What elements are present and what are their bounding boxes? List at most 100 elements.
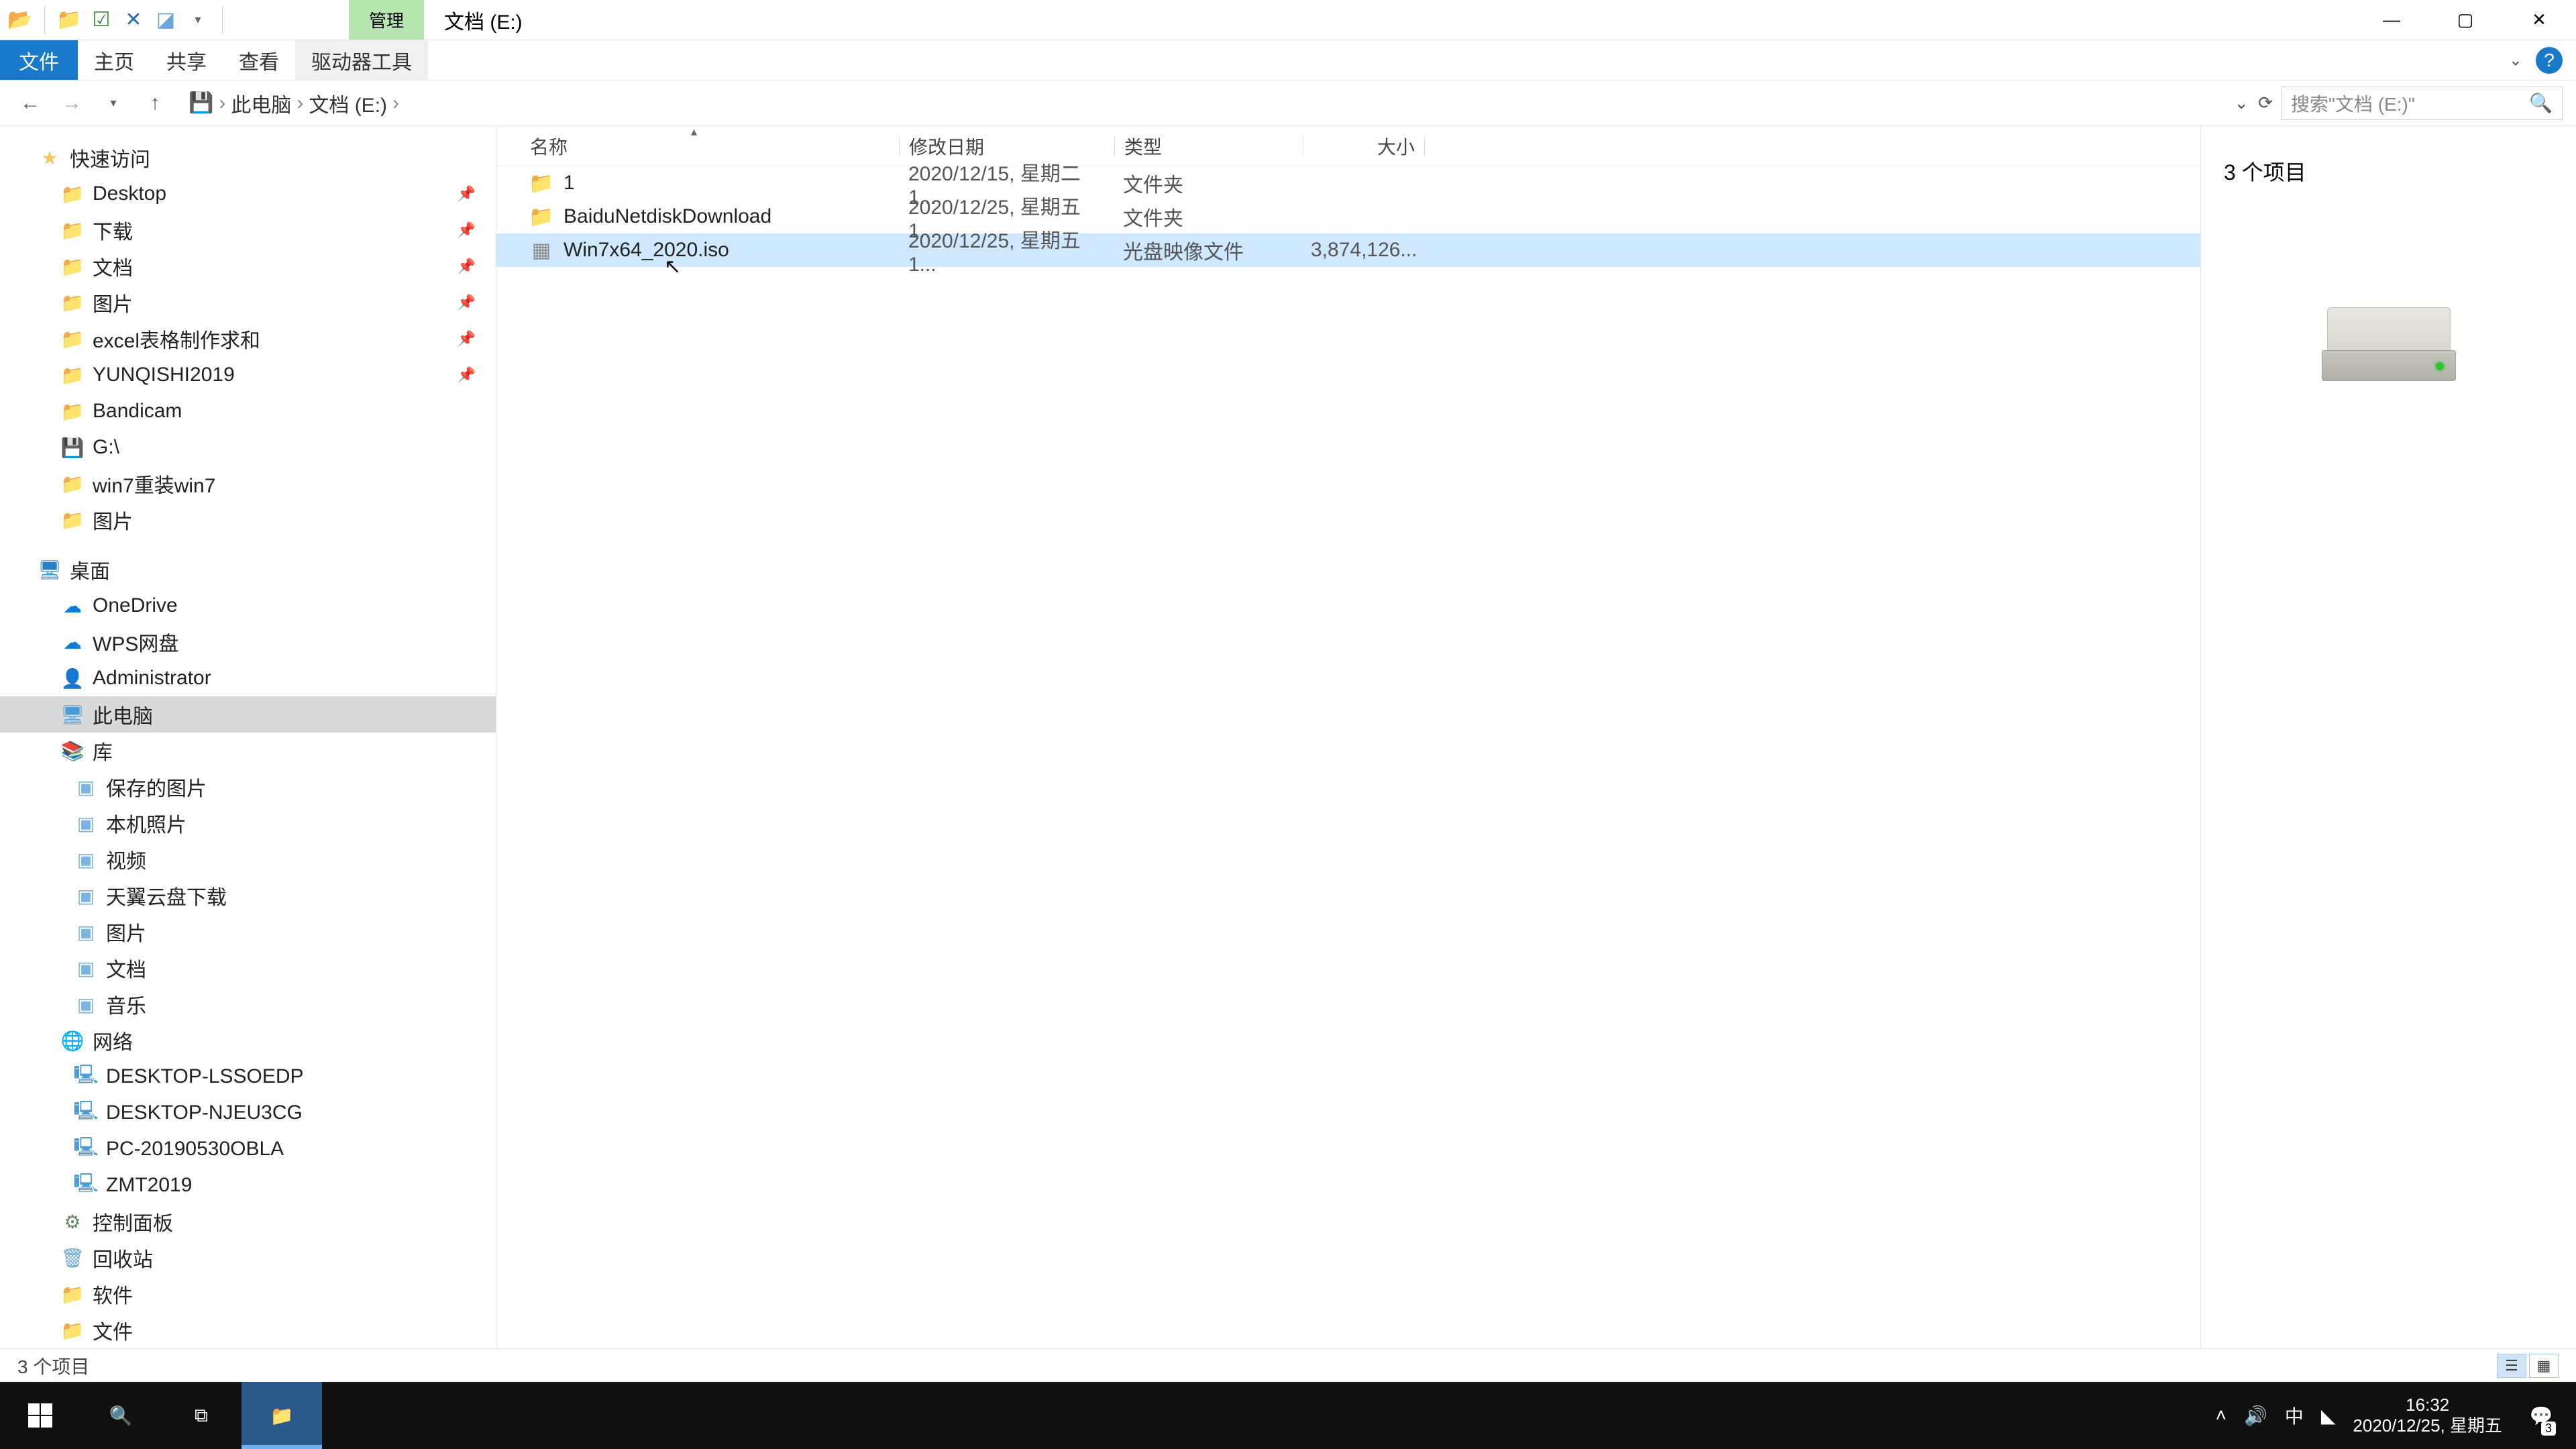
folder-icon: 📁 <box>60 1282 85 1306</box>
file-name: 1 <box>564 172 575 195</box>
tree-item[interactable]: 📁图片📌 <box>0 284 496 321</box>
help-icon[interactable]: ? <box>2536 47 2563 74</box>
breadcrumb-this-pc[interactable]: 此电脑 <box>231 89 291 118</box>
manage-tab-label: 管理 <box>369 7 404 32</box>
maximize-button[interactable]: ▢ <box>2428 0 2502 40</box>
breadcrumb[interactable]: 💾 › 此电脑 › 文档 (E:) › <box>180 87 2226 120</box>
start-button[interactable] <box>0 1382 80 1449</box>
tray-overflow-icon[interactable]: ˄ <box>2216 1405 2226 1426</box>
view-icons-button[interactable]: ▦ <box>2529 1354 2559 1378</box>
tree-item[interactable]: 🖳ZMT2019 <box>0 1167 496 1203</box>
tray-app-icon[interactable]: ◣ <box>2321 1405 2336 1427</box>
column-name[interactable]: 名称 ▴ <box>496 126 899 166</box>
tree-item[interactable]: ▣保存的图片 <box>0 769 496 805</box>
volume-icon[interactable]: 🔊 <box>2244 1405 2267 1427</box>
ime-indicator[interactable]: 中 <box>2285 1402 2304 1429</box>
tree-item[interactable]: 📁YUNQISHI2019📌 <box>0 357 496 393</box>
address-controls: ⌄ ⟳ <box>2234 93 2273 113</box>
file-type: 文件夹 <box>1114 168 1301 198</box>
ribbon-tab-share[interactable]: 共享 <box>150 40 223 80</box>
ribbon-collapse-icon[interactable]: ⌄ <box>2509 50 2522 70</box>
tree-item-label: 图片 <box>106 917 146 947</box>
tree-item[interactable]: 🖳DESKTOP-LSSOEDP <box>0 1059 496 1095</box>
open-folder-icon[interactable]: 📁 <box>56 7 83 34</box>
tree-item[interactable]: ▣图片 <box>0 914 496 950</box>
file-type: 光盘映像文件 <box>1114 235 1301 265</box>
ribbon-tab-home[interactable]: 主页 <box>78 40 150 80</box>
tree-item[interactable]: 📚库 <box>0 733 496 769</box>
tree-item[interactable]: 📁win7重装win7 <box>0 466 496 502</box>
column-type[interactable]: 类型 <box>1115 126 1303 166</box>
tree-item[interactable]: 📁Bandicam <box>0 393 496 429</box>
tree-item[interactable]: 🖳PC-20190530OBLA <box>0 1131 496 1167</box>
file-list[interactable]: 名称 ▴ 修改日期 类型 大小 📁1 2020/12/15, 星期二 1... … <box>496 126 2200 1348</box>
file-row[interactable]: 📁1 2020/12/15, 星期二 1... 文件夹 <box>496 166 2200 200</box>
search-button[interactable]: 🔍 <box>80 1382 161 1449</box>
tree-item[interactable]: 📁软件 <box>0 1276 496 1312</box>
file-row[interactable]: 📁BaiduNetdiskDownload 2020/12/25, 星期五 1.… <box>496 200 2200 233</box>
tree-item[interactable]: 🖳DESKTOP-NJEU3CG <box>0 1095 496 1131</box>
breadcrumb-location[interactable]: 文档 (E:) <box>309 89 387 118</box>
tree-item[interactable]: 📁Desktop📌 <box>0 176 496 212</box>
nav-back-button[interactable]: ← <box>13 87 47 120</box>
tree-item[interactable]: 💾G:\ <box>0 429 496 466</box>
tree-item[interactable]: ⚙控制面板 <box>0 1203 496 1240</box>
tree-item[interactable]: 📁excel表格制作求和📌 <box>0 321 496 357</box>
pin-icon: 📌 <box>458 366 476 384</box>
tree-item[interactable]: ☁WPS网盘 <box>0 624 496 660</box>
quick-access-toolbar: 📂 📁 ☑ ✕ ◪ ▾ <box>0 0 228 40</box>
new-icon[interactable]: ◪ <box>152 7 179 34</box>
nav-up-button[interactable]: ↑ <box>138 87 172 120</box>
nav-forward-button[interactable]: → <box>55 87 89 120</box>
search-input[interactable]: 搜索"文档 (E:)" 🔍 <box>2281 87 2563 120</box>
nav-history-dropdown[interactable]: ▾ <box>97 87 130 120</box>
desktop-icon: 🖥 <box>38 557 62 582</box>
folder-icon: 📁 <box>60 1318 85 1342</box>
tree-network[interactable]: 🌐 网络 <box>0 1022 496 1059</box>
tree-item-label: 天翼云盘下载 <box>106 881 227 910</box>
close-button[interactable]: ✕ <box>2502 0 2576 40</box>
tree-desktop[interactable]: 🖥 桌面 <box>0 551 496 588</box>
tree-item[interactable]: 👤Administrator <box>0 660 496 696</box>
tree-item[interactable]: 🖥此电脑 <box>0 696 496 733</box>
tree-item[interactable]: ☁OneDrive <box>0 588 496 624</box>
tree-item[interactable]: ▣音乐 <box>0 986 496 1022</box>
column-name-label: 名称 <box>530 133 568 160</box>
address-dropdown-icon[interactable]: ⌄ <box>2234 93 2249 113</box>
tree-quick-access[interactable]: ★ 快速访问 <box>0 140 496 176</box>
ribbon-tab-view[interactable]: 查看 <box>223 40 295 80</box>
tree-item-label: excel表格制作求和 <box>93 324 260 354</box>
close-icon[interactable]: ✕ <box>120 7 147 34</box>
minimize-button[interactable]: — <box>2355 0 2428 40</box>
task-view-button[interactable]: ⧉ <box>161 1382 241 1449</box>
library-item-icon: ▣ <box>74 883 98 908</box>
ribbon-context-tab-manage[interactable]: 管理 <box>349 0 424 40</box>
refresh-icon[interactable]: ⟳ <box>2258 93 2273 113</box>
tree-item[interactable]: 📁文件 <box>0 1312 496 1348</box>
properties-icon[interactable]: ☑ <box>88 7 115 34</box>
taskbar-explorer[interactable]: 📁 <box>241 1382 322 1449</box>
tree-item[interactable]: ▣视频 <box>0 841 496 877</box>
tree-item[interactable]: ▣本机照片 <box>0 805 496 841</box>
ribbon-tab-drive-tools[interactable]: 驱动器工具 <box>295 40 428 80</box>
view-details-button[interactable]: ☰ <box>2497 1354 2526 1378</box>
pin-icon: 📌 <box>458 294 476 311</box>
tree-item[interactable]: 📁文档📌 <box>0 248 496 284</box>
file-date: 2020/12/25, 星期五 1... <box>899 224 1114 276</box>
tree-item[interactable]: 📁下载📌 <box>0 212 496 248</box>
control-panel-icon: ⚙ <box>60 1210 85 1234</box>
taskbar-clock[interactable]: 16:32 2020/12/25, 星期五 <box>2353 1395 2502 1436</box>
tree-item-label: Administrator <box>93 667 211 690</box>
tree-item-label: 回收站 <box>93 1243 153 1273</box>
tree-item[interactable]: ▣ 天翼云盘下载 <box>0 877 496 914</box>
file-row[interactable]: ▦Win7x64_2020.iso 2020/12/25, 星期五 1... 光… <box>496 233 2200 267</box>
tree-item[interactable]: ▣文档 <box>0 950 496 986</box>
qat-dropdown-icon[interactable]: ▾ <box>184 7 211 34</box>
search-icon[interactable]: 🔍 <box>2529 92 2553 114</box>
column-size[interactable]: 大小 <box>1303 126 1424 166</box>
action-center-button[interactable]: 💬 3 <box>2520 1382 2563 1449</box>
tree-item[interactable]: 🗑回收站 <box>0 1240 496 1276</box>
tree-item[interactable]: 📁图片 <box>0 502 496 538</box>
navigation-tree[interactable]: ★ 快速访问 📁Desktop📌📁下载📌📁文档📌📁图片📌📁excel表格制作求和… <box>0 126 496 1348</box>
ribbon-tab-file[interactable]: 文件 <box>0 40 78 80</box>
